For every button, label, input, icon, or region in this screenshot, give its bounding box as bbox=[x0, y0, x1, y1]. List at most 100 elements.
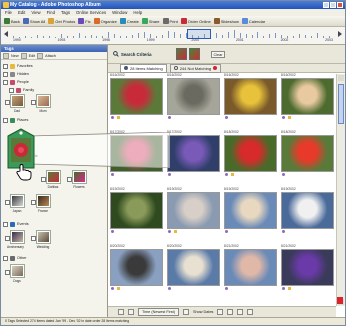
tag-checkbox[interactable] bbox=[31, 100, 36, 105]
new-tag-button[interactable] bbox=[3, 52, 9, 59]
menu-help[interactable]: Help bbox=[133, 9, 142, 16]
maximize-button[interactable] bbox=[330, 2, 336, 8]
scroll-up-icon[interactable] bbox=[338, 75, 344, 81]
fix-button[interactable]: Fix bbox=[78, 18, 91, 24]
search-criteria-tag-dahlias[interactable] bbox=[176, 48, 187, 60]
photo-thumbnail[interactable]: 8/16/2002 bbox=[279, 73, 336, 120]
single-view-button[interactable] bbox=[217, 309, 224, 315]
photo-image[interactable] bbox=[167, 135, 220, 172]
timeline-right-arrow-icon[interactable] bbox=[338, 31, 342, 37]
photo-thumbnail[interactable]: 8/20/2002 bbox=[108, 244, 165, 291]
tag-category-events[interactable]: Events bbox=[3, 221, 29, 227]
tag-checkbox[interactable] bbox=[31, 200, 36, 205]
timeline-left-arrow-icon[interactable] bbox=[4, 31, 8, 37]
tag-thumb-japan[interactable] bbox=[11, 195, 24, 207]
slideshow-button[interactable]: Slideshow bbox=[213, 18, 239, 24]
tag-thumb-dad[interactable] bbox=[11, 95, 24, 107]
attach-tag-button[interactable] bbox=[37, 52, 44, 59]
edit-tag-button[interactable] bbox=[20, 52, 27, 59]
create-button[interactable]: Create bbox=[119, 18, 139, 24]
tag-category-hidden[interactable]: Hidden bbox=[3, 71, 29, 77]
menu-tags[interactable]: Tags bbox=[61, 9, 70, 16]
photo-thumbnail[interactable]: 8/16/2002 bbox=[222, 73, 279, 120]
rotate-left-button[interactable] bbox=[237, 309, 244, 315]
tag-thumb-wedding[interactable] bbox=[37, 231, 50, 243]
photo-image[interactable] bbox=[167, 192, 220, 229]
photo-thumbnail[interactable]: 8/21/2002 bbox=[222, 244, 279, 291]
photo-thumbnail[interactable]: 8/18/2002 bbox=[279, 130, 336, 177]
menu-window[interactable]: Window bbox=[112, 9, 127, 16]
sort-order-select[interactable]: Time (Newest First) bbox=[138, 308, 179, 316]
calendar-button[interactable]: Calendar bbox=[241, 18, 265, 24]
tag-category-people[interactable]: People bbox=[3, 79, 29, 85]
photo-thumbnail[interactable]: 8/19/2002 bbox=[279, 187, 336, 234]
tag-thumb-anniversary[interactable] bbox=[11, 231, 24, 243]
menu-view[interactable]: View bbox=[31, 9, 40, 16]
photo-image[interactable] bbox=[110, 78, 163, 115]
not-matching-items-tab[interactable]: 244 Not Matching bbox=[169, 63, 222, 73]
tag-category-family[interactable]: Family bbox=[9, 87, 34, 93]
menu-file[interactable]: File bbox=[5, 9, 12, 16]
tag-category-places[interactable]: Places bbox=[3, 117, 28, 123]
photo-image[interactable] bbox=[224, 192, 277, 229]
clear-search-button[interactable]: Clear bbox=[211, 51, 225, 58]
photo-thumbnail[interactable]: 8/17/2002 bbox=[165, 130, 222, 177]
rotate-right-button[interactable] bbox=[247, 309, 254, 315]
zoom-in-button[interactable] bbox=[128, 309, 134, 315]
tag-thumb-dogs[interactable] bbox=[11, 265, 24, 277]
close-button[interactable] bbox=[337, 2, 343, 8]
photo-image[interactable] bbox=[224, 249, 277, 286]
get-photos-button[interactable]: Get Photos bbox=[48, 18, 75, 24]
tag-checkbox[interactable] bbox=[3, 63, 8, 69]
tag-checkbox[interactable] bbox=[9, 87, 14, 93]
photo-thumbnail[interactable]: 8/16/2002 bbox=[108, 73, 165, 120]
tag-checkbox[interactable] bbox=[5, 200, 10, 205]
tag-thumb-flowers[interactable] bbox=[73, 171, 86, 183]
matching-items-tab[interactable]: 28 Items Matching bbox=[120, 63, 167, 73]
tag-checkbox[interactable] bbox=[3, 71, 8, 77]
share-button[interactable]: Share bbox=[141, 18, 160, 24]
minimize-button[interactable] bbox=[323, 2, 329, 8]
menu-edit[interactable]: Edit bbox=[18, 9, 25, 16]
tag-thumb-dahlias[interactable] bbox=[47, 171, 60, 183]
print-button[interactable]: Print bbox=[162, 18, 178, 24]
photo-image[interactable] bbox=[167, 78, 220, 115]
photo-image[interactable] bbox=[281, 135, 334, 172]
photo-thumbnail[interactable]: 8/19/2002 bbox=[108, 187, 165, 234]
tag-checkbox[interactable] bbox=[3, 117, 8, 123]
zoom-out-button[interactable] bbox=[118, 309, 124, 315]
tag-checkbox[interactable] bbox=[5, 270, 10, 275]
tag-thumb-france[interactable] bbox=[37, 195, 50, 207]
menu-find[interactable]: Find bbox=[47, 9, 55, 16]
photo-thumbnail[interactable]: 8/19/2002 bbox=[222, 187, 279, 234]
timeline[interactable]: 1990 1993 1996 1999 2000 2001 2002 2003 bbox=[1, 27, 345, 45]
photo-thumbnail[interactable]: 8/16/2002 bbox=[165, 73, 222, 120]
tag-thumb-mom[interactable] bbox=[37, 95, 50, 107]
photo-scrollbar[interactable] bbox=[336, 74, 345, 306]
organize-button[interactable]: Organize bbox=[93, 18, 117, 24]
photo-thumbnail[interactable]: 8/19/2002 bbox=[165, 187, 222, 234]
photo-image[interactable] bbox=[224, 135, 277, 172]
photo-image[interactable] bbox=[281, 78, 334, 115]
show-dates-checkbox[interactable] bbox=[182, 309, 189, 315]
tag-checkbox[interactable] bbox=[3, 221, 8, 227]
photo-image[interactable] bbox=[224, 78, 277, 115]
photo-thumbnail[interactable]: 8/21/2002 bbox=[279, 244, 336, 291]
photo-image[interactable] bbox=[281, 192, 334, 229]
photo-image[interactable] bbox=[110, 192, 163, 229]
show-all-button[interactable]: Show All bbox=[22, 18, 45, 24]
tag-category-other[interactable]: Other bbox=[3, 255, 27, 261]
search-criteria-tag-flowers[interactable] bbox=[189, 48, 200, 60]
back-button[interactable]: Back bbox=[4, 18, 20, 24]
photo-thumbnail[interactable]: 8/18/2002 bbox=[222, 130, 279, 177]
tag-checkbox[interactable] bbox=[31, 236, 36, 241]
photo-image[interactable] bbox=[167, 249, 220, 286]
tag-checkbox[interactable] bbox=[5, 236, 10, 241]
photo-image[interactable] bbox=[110, 249, 163, 286]
tag-checkbox[interactable] bbox=[67, 177, 72, 182]
tag-category-favorites[interactable]: Favorites bbox=[3, 63, 33, 69]
tag-checkbox[interactable] bbox=[3, 79, 8, 85]
order-online-button[interactable]: Order Online bbox=[180, 18, 211, 24]
grid-view-button[interactable] bbox=[227, 309, 234, 315]
photo-thumbnail[interactable]: 8/20/2002 bbox=[165, 244, 222, 291]
